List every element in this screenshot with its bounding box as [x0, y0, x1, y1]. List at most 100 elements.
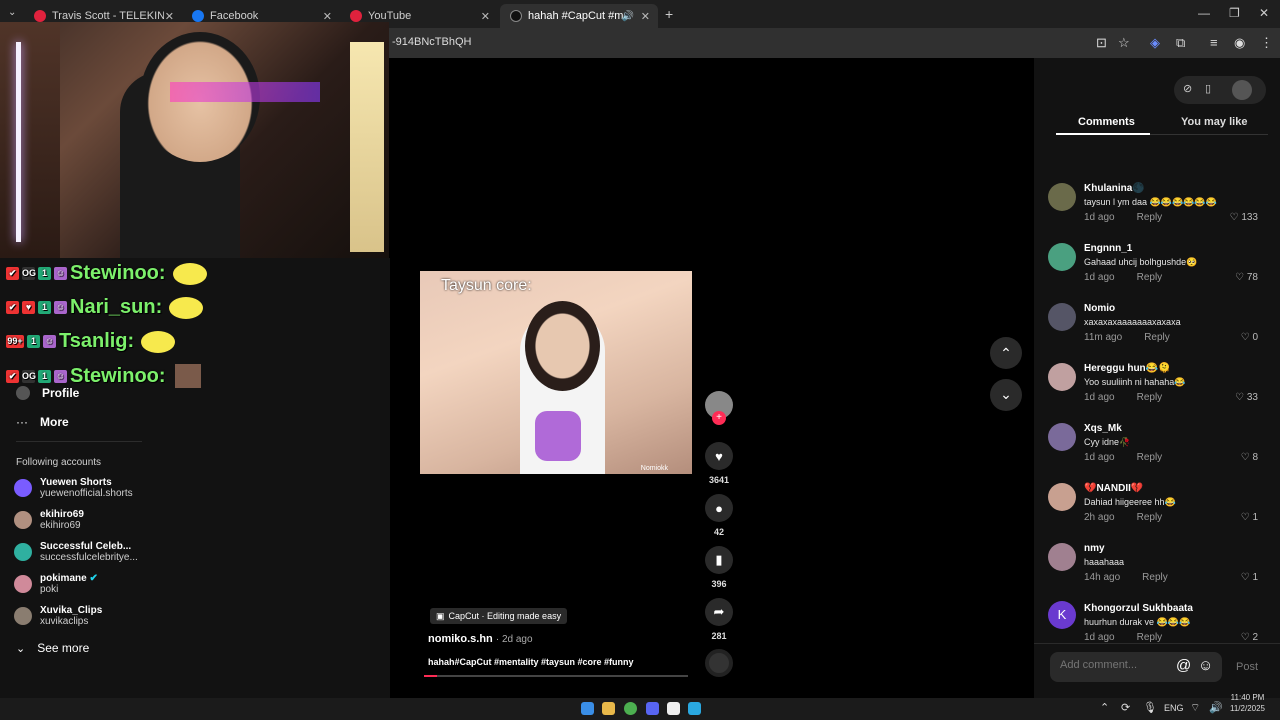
windows-start-icon[interactable] — [581, 702, 594, 715]
comment-username[interactable]: Xqs_Mk — [1084, 423, 1122, 434]
comment-username[interactable]: Engnnn_1 — [1084, 243, 1132, 254]
mic-icon[interactable]: 🎙 — [1143, 701, 1157, 714]
reply-button[interactable]: Reply — [1137, 392, 1163, 403]
nav-profile[interactable]: Profile — [16, 386, 79, 400]
comment-like[interactable]: ♡ 1 — [1241, 572, 1258, 583]
follow-plus-icon[interactable]: + — [712, 411, 726, 425]
comment-username[interactable]: Khongorzul Sukhbaata — [1084, 603, 1193, 614]
close-icon[interactable]: ✕ — [323, 10, 332, 23]
compass-icon[interactable]: ⊘ — [1183, 82, 1192, 95]
comment-like[interactable]: ♡ 133 — [1230, 212, 1258, 223]
avatar[interactable] — [1048, 483, 1076, 511]
reply-button[interactable]: Reply — [1137, 272, 1163, 283]
like-action[interactable]: ♥ 3641 — [705, 442, 733, 485]
maximize-icon[interactable]: ❐ — [1229, 6, 1240, 20]
comment-action[interactable]: ● 42 — [705, 494, 733, 537]
window-close-icon[interactable]: ✕ — [1259, 6, 1269, 20]
tab-search-icon[interactable]: ⌄ — [8, 7, 16, 18]
comment-username[interactable]: 💔NANDII💔 — [1084, 483, 1143, 494]
following-account[interactable]: pokimane ✔ poki — [14, 573, 98, 595]
mention-icon[interactable]: @ — [1176, 657, 1191, 674]
tab-comments[interactable]: Comments — [1078, 116, 1135, 128]
avatar[interactable] — [1048, 303, 1076, 331]
comment-like[interactable]: ♡ 78 — [1235, 272, 1258, 283]
puzzle-icon[interactable]: ⧉ — [1176, 35, 1185, 51]
chrome-icon[interactable] — [624, 702, 637, 715]
minimize-icon[interactable]: — — [1198, 6, 1210, 20]
profile-avatar-icon[interactable]: ◉ — [1234, 35, 1245, 51]
reply-button[interactable]: Reply — [1137, 452, 1163, 463]
comment-username[interactable]: Hereggu hun😂🫠 — [1084, 363, 1171, 374]
progress-bar[interactable] — [424, 675, 688, 677]
emoji-icon[interactable]: ☺ — [1198, 657, 1213, 674]
comment-icon[interactable]: ● — [705, 494, 733, 522]
avatar[interactable] — [1048, 243, 1076, 271]
following-account[interactable]: ekihiro69 ekihiro69 — [14, 509, 84, 531]
user-avatar[interactable] — [1232, 80, 1252, 100]
close-icon[interactable]: ✕ — [165, 10, 174, 23]
reading-list-icon[interactable]: ≡ — [1210, 35, 1218, 50]
speaker-icon[interactable]: 🔊 — [622, 11, 634, 22]
menu-dots-icon[interactable]: ⋮ — [1260, 35, 1273, 51]
close-icon[interactable]: ✕ — [641, 10, 650, 23]
following-account[interactable]: Successful Celeb... successfulcelebritye.… — [14, 541, 138, 563]
avatar[interactable] — [1048, 543, 1076, 571]
phone-icon[interactable]: ▯ — [1205, 82, 1211, 95]
comment-username[interactable]: nmy — [1084, 543, 1105, 554]
comment-like[interactable]: ♡ 0 — [1241, 332, 1258, 343]
see-more-button[interactable]: ⌄ See more — [16, 641, 89, 655]
app-icon[interactable] — [667, 702, 680, 715]
following-account[interactable]: Yuewen Shorts yuewenofficial.shorts — [14, 477, 133, 499]
extension-icon[interactable]: ◈ — [1150, 35, 1160, 51]
comment-username[interactable]: Khulanina🌑 — [1084, 183, 1145, 194]
comment-like[interactable]: ♡ 2 — [1241, 632, 1258, 642]
file-explorer-icon[interactable] — [602, 702, 615, 715]
reply-button[interactable]: Reply — [1137, 632, 1163, 642]
bookmark-star-icon[interactable]: ☆ — [1118, 35, 1130, 51]
add-comment-box[interactable]: @ ☺ — [1050, 652, 1222, 682]
wifi-icon[interactable]: ⌔ — [1190, 701, 1200, 715]
author-avatar-action[interactable]: + — [705, 391, 733, 425]
comment-username[interactable]: Nomio — [1084, 303, 1115, 314]
person-head — [525, 301, 600, 391]
nav-more[interactable]: ··· More — [16, 415, 69, 429]
comment-like[interactable]: ♡ 1 — [1241, 512, 1258, 523]
comment-like[interactable]: ♡ 8 — [1241, 452, 1258, 463]
save-action[interactable]: ▮ 396 — [705, 546, 733, 589]
volume-icon[interactable]: 🔊 — [1209, 701, 1223, 714]
avatar[interactable]: K — [1048, 601, 1076, 629]
add-comment-input[interactable] — [1060, 659, 1170, 671]
reply-button[interactable]: Reply — [1144, 332, 1170, 343]
following-account[interactable]: Xuvika_Clips xuvikaclips — [14, 605, 102, 627]
avatar[interactable] — [1048, 363, 1076, 391]
clock[interactable]: 11:40 PM 11/2/2025 — [1230, 692, 1265, 714]
chevron-up-icon[interactable]: ⌃ — [1100, 701, 1109, 714]
heart-icon[interactable]: ♥ — [705, 442, 733, 470]
sound-disc[interactable] — [705, 649, 733, 677]
close-icon[interactable]: ✕ — [481, 10, 490, 23]
avatar[interactable] — [1048, 183, 1076, 211]
chevron-up-icon[interactable]: ⌃ — [990, 337, 1022, 369]
network-icon[interactable]: ⟳ — [1121, 701, 1130, 714]
tab-tiktok-active[interactable]: hahah #CapCut #mentality 🔊 ✕ — [500, 4, 658, 28]
share-action[interactable]: ➦ 281 — [705, 598, 733, 641]
tab-you-may-like[interactable]: You may like — [1181, 116, 1247, 128]
capcut-tag[interactable]: ▣ CapCut · Editing made easy — [430, 608, 568, 624]
video-player[interactable]: Taysun core: Nomiokk — [420, 271, 692, 474]
cast-icon[interactable]: ⊡ — [1096, 35, 1107, 51]
author-name[interactable]: nomiko.s.hn — [428, 633, 493, 645]
share-icon[interactable]: ➦ — [705, 598, 733, 626]
avatar[interactable] — [1048, 423, 1076, 451]
reply-button[interactable]: Reply — [1137, 512, 1163, 523]
url-field[interactable]: -914BNcTBhQH — [392, 36, 471, 48]
new-tab-plus-icon[interactable]: + — [665, 6, 673, 22]
steam-icon[interactable] — [688, 702, 701, 715]
reply-button[interactable]: Reply — [1137, 212, 1163, 223]
post-button[interactable]: Post — [1236, 661, 1258, 673]
reply-button[interactable]: Reply — [1142, 572, 1168, 583]
bookmark-icon[interactable]: ▮ — [705, 546, 733, 574]
language-indicator[interactable]: ENG — [1164, 703, 1184, 713]
comment-like[interactable]: ♡ 33 — [1235, 392, 1258, 403]
discord-icon[interactable] — [646, 702, 659, 715]
chevron-down-icon[interactable]: ⌄ — [990, 379, 1022, 411]
